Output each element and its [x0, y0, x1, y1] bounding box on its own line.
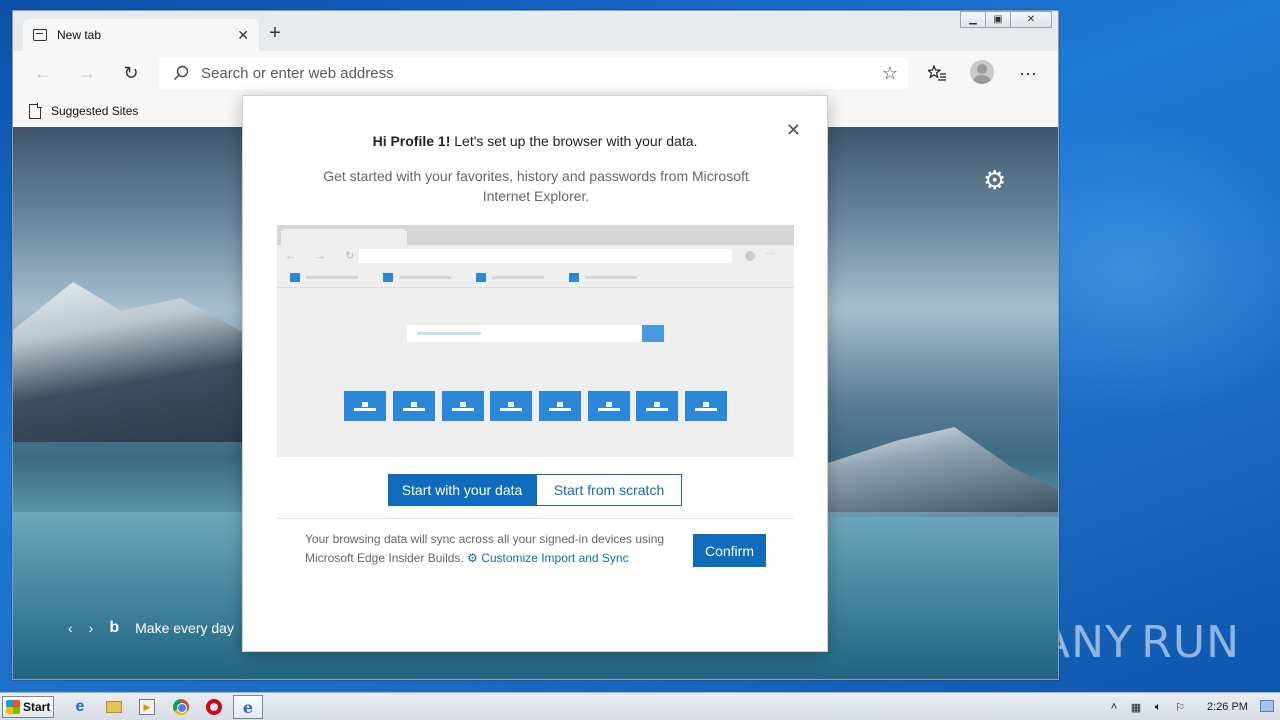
bing-image-caption: ‹ › b Make every day [68, 619, 250, 637]
network-icon[interactable]: ▦ [1127, 701, 1145, 714]
illustration-site-tile [539, 391, 581, 421]
dialog-title: Hi Profile 1! Let's set up the browser w… [243, 133, 827, 149]
show-desktop-icon[interactable] [1260, 700, 1274, 712]
illustration-avatar [745, 251, 755, 261]
search-icon [174, 65, 189, 80]
setup-option-toggle: Start with your data Start from scratch [388, 474, 682, 506]
illustration-favorite-icon [476, 273, 486, 282]
dialog-subtitle: Get started with your favorites, history… [323, 168, 749, 204]
internet-explorer-icon[interactable]: e [70, 697, 90, 717]
dialog-title-message: Let's set up the browser with your data. [450, 133, 698, 149]
illustration-divider [277, 287, 794, 288]
tab-new-tab[interactable]: New tab ✕ [23, 19, 259, 51]
background-mountain-right [828, 427, 1058, 517]
customize-import-label: Customize Import and Sync [481, 551, 629, 565]
start-from-scratch-button[interactable]: Start from scratch [536, 474, 682, 506]
next-image-chevron-icon[interactable]: › [89, 620, 94, 636]
illustration-favorite-icon [569, 273, 579, 282]
file-explorer-icon[interactable] [104, 697, 124, 717]
confirm-button[interactable]: Confirm [693, 534, 766, 567]
illustration-site-tile [344, 391, 386, 421]
action-center-flag-icon[interactable]: ⚐ [1171, 701, 1189, 714]
title-bar: ▁ ▣ ✕ New tab ✕ + [13, 11, 1058, 51]
windows-logo-icon [6, 700, 20, 714]
dialog-title-greeting: Hi Profile 1! [372, 133, 451, 149]
background-mountain-left [13, 282, 253, 442]
refresh-icon[interactable]: ↻ [119, 61, 143, 85]
illustration-tab [281, 229, 407, 245]
page-icon [29, 102, 42, 119]
maximize-button[interactable]: ▣ [985, 11, 1011, 28]
illustration-address-bar [359, 249, 732, 263]
add-favorite-star-icon[interactable]: ☆ [882, 63, 898, 84]
system-tray: ˄ ▦ 🔈︎ ⚐ 2:26 PM [1105, 693, 1280, 720]
tab-close-icon[interactable]: ✕ [237, 27, 249, 44]
back-icon[interactable]: ← [31, 61, 55, 85]
illustration-site-tile [636, 391, 678, 421]
illustration-site-tile [490, 391, 532, 421]
illustration-site-tile [393, 391, 435, 421]
illustration-site-tile [442, 391, 484, 421]
window-controls: ▁ ▣ ✕ [960, 11, 1052, 29]
start-label: Start [23, 700, 51, 714]
new-tab-button[interactable]: + [265, 22, 285, 44]
setup-dialog: ✕ Hi Profile 1! Let's set up the browser… [242, 95, 828, 652]
customize-import-link[interactable]: ⚙ Customize Import and Sync [467, 551, 629, 565]
browser-illustration: ← → ↻ ··· [277, 225, 794, 457]
address-input[interactable] [201, 64, 851, 82]
illustration-favorite-label [306, 276, 358, 279]
opera-icon[interactable] [204, 697, 224, 717]
watermark-right: RUN [1141, 616, 1240, 668]
media-player-icon[interactable]: ▶ [137, 697, 157, 717]
toolbar: ← → ↻ ☆ ··· [13, 51, 1058, 95]
anyrun-watermark: ANY RUN [1040, 610, 1240, 674]
illustration-favorite-label [585, 276, 637, 279]
bing-logo-icon: b [109, 619, 120, 636]
page-settings-gear-icon[interactable]: ⚙ [983, 165, 1006, 196]
illustration-search-box [407, 325, 643, 342]
illustration-favorite-icon [290, 273, 300, 282]
show-hidden-icons-chevron-icon[interactable]: ˄ [1105, 701, 1123, 713]
new-tab-page-icon [33, 29, 47, 41]
previous-image-chevron-icon[interactable]: ‹ [68, 620, 73, 636]
bing-caption-text[interactable]: Make every day [135, 620, 234, 636]
dialog-divider [277, 518, 794, 519]
forward-icon[interactable]: → [75, 61, 99, 85]
illustration-search-button [642, 325, 664, 342]
illustration-favorite-label [492, 276, 544, 279]
start-button[interactable]: Start [2, 696, 54, 718]
illustration-nav-icons: ← → ↻ [285, 250, 363, 262]
chrome-icon[interactable] [171, 697, 191, 717]
illustration-site-tile [685, 391, 727, 421]
minimize-button[interactable]: ▁ [960, 11, 986, 28]
clock[interactable]: 2:26 PM [1207, 701, 1248, 713]
illustration-more-icon: ··· [765, 248, 775, 259]
sync-description: Your browsing data will sync across all … [305, 530, 685, 568]
favorites-list-icon[interactable] [925, 61, 949, 85]
illustration-favorite-label [399, 276, 451, 279]
profile-avatar[interactable] [970, 60, 994, 84]
tab-title: New tab [57, 28, 102, 42]
illustration-site-tile [588, 391, 630, 421]
start-with-your-data-button[interactable]: Start with your data [388, 474, 536, 506]
volume-icon[interactable]: 🔈︎ [1149, 701, 1167, 714]
taskbar: Start e ▶ e ˄ ▦ 🔈︎ ⚐ 2:26 PM [0, 692, 1280, 720]
favorites-item-suggested-sites[interactable]: Suggested Sites [51, 104, 138, 118]
address-bar[interactable]: ☆ [159, 57, 908, 89]
edge-icon[interactable]: e [233, 695, 263, 719]
illustration-favorite-icon [383, 273, 393, 282]
gear-icon: ⚙ [467, 551, 478, 565]
more-options-icon[interactable]: ··· [1016, 61, 1040, 85]
window-close-button[interactable]: ✕ [1010, 11, 1052, 28]
